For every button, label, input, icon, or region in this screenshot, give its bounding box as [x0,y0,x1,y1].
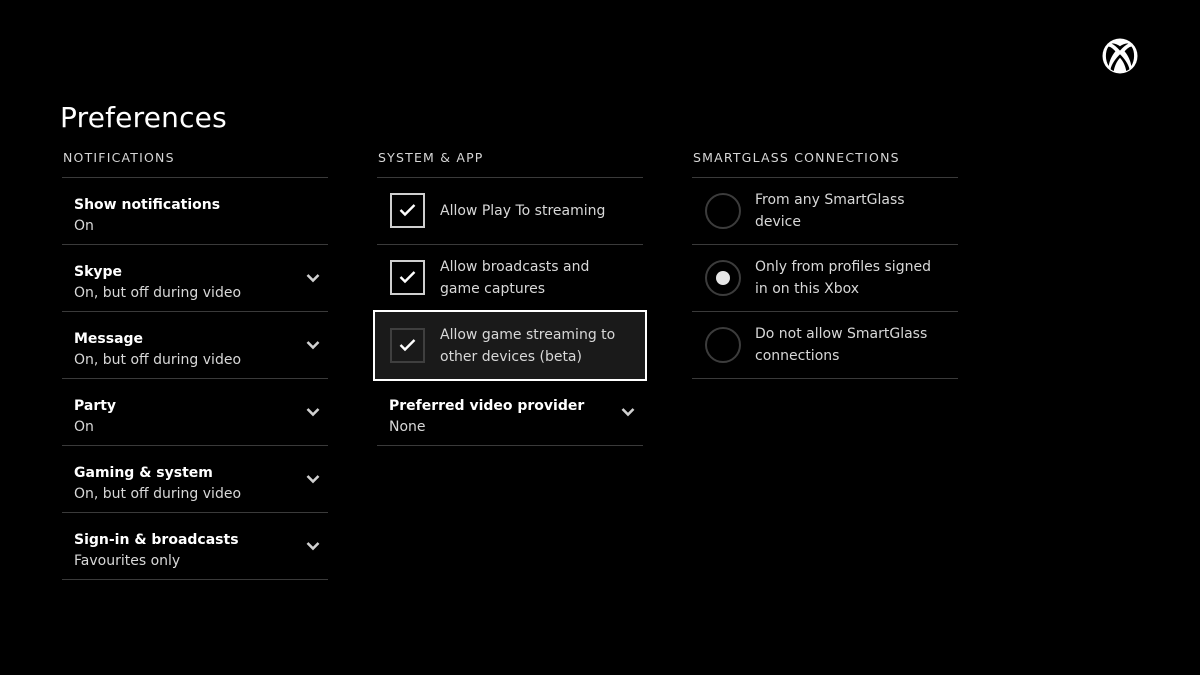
row-title: Gaming & system [74,465,213,481]
row-title: Preferred video provider [389,398,585,414]
checkbox-label: Allow Play To streaming [440,203,606,219]
notification-sign-in-broadcasts[interactable]: Sign-in & broadcasts Favourites only [62,513,328,580]
checkbox[interactable] [390,193,425,228]
radio-button[interactable] [705,193,741,229]
checkbox-allow-broadcasts-game-captures[interactable]: Allow broadcasts and game captures [377,245,643,312]
row-title: Show notifications [74,197,221,213]
radio-from-any-smartglass-device[interactable]: From any SmartGlass device [692,178,958,245]
notification-gaming-system[interactable]: Gaming & system On, but off during video [62,446,328,513]
radio-label: Only from profiles signed in on this Xbo… [755,259,931,297]
row-title: Skype [74,264,123,280]
chevron-down-icon [306,408,320,417]
check-icon [399,339,416,352]
checkbox[interactable] [390,328,425,363]
smartglass-header: SMARTGLASS CONNECTIONS [692,150,958,178]
chevron-down-icon [306,475,320,484]
row-value: On [74,218,94,234]
row-value: On [74,419,94,435]
radio-button[interactable] [705,327,741,363]
chevron-down-icon [306,274,320,283]
radio-label: Do not allow SmartGlass connections [755,326,928,364]
chevron-down-icon [306,542,320,551]
chevron-down-icon [306,341,320,350]
notification-skype[interactable]: Skype On, but off during video [62,245,328,312]
preferred-video-provider[interactable]: Preferred video provider None [377,379,643,446]
smartglass-section: SMARTGLASS CONNECTIONS From any SmartGla… [692,150,958,379]
checkbox-label: Allow game streaming to other devices (b… [440,326,616,365]
checkbox-allow-game-streaming[interactable]: Allow game streaming to other devices (b… [373,310,647,381]
radio-label: From any SmartGlass device [755,192,905,230]
page-title: Preferences [60,101,227,134]
notification-party[interactable]: Party On [62,379,328,446]
check-icon [399,204,416,217]
notification-message[interactable]: Message On, but off during video [62,312,328,379]
checkbox-label: Allow broadcasts and game captures [440,259,590,297]
row-value: Favourites only [74,553,181,569]
chevron-down-icon [621,408,635,417]
system-app-header: SYSTEM & APP [377,150,643,178]
notifications-section: NOTIFICATIONS Show notifications On Skyp… [62,150,328,580]
checkbox[interactable] [390,260,425,295]
row-value: On, but off during video [74,285,242,301]
row-value: On, but off during video [74,352,242,368]
radio-do-not-allow-smartglass[interactable]: Do not allow SmartGlass connections [692,312,958,379]
radio-only-from-profiles-signed-in[interactable]: Only from profiles signed in on this Xbo… [692,245,958,312]
check-icon [399,271,416,284]
row-title: Sign-in & broadcasts [74,532,239,548]
system-app-section: SYSTEM & APP Allow Play To streaming All… [373,150,647,446]
row-value: On, but off during video [74,486,242,502]
row-title: Message [74,331,144,347]
row-value: None [389,419,426,435]
checkbox-allow-play-to-streaming[interactable]: Allow Play To streaming [377,178,643,245]
row-title: Party [74,398,117,414]
radio-selected-dot [716,271,730,285]
notifications-header: NOTIFICATIONS [62,150,328,178]
notification-show-notifications[interactable]: Show notifications On [62,178,328,245]
radio-button[interactable] [705,260,741,296]
xbox-logo-icon [1102,38,1138,74]
